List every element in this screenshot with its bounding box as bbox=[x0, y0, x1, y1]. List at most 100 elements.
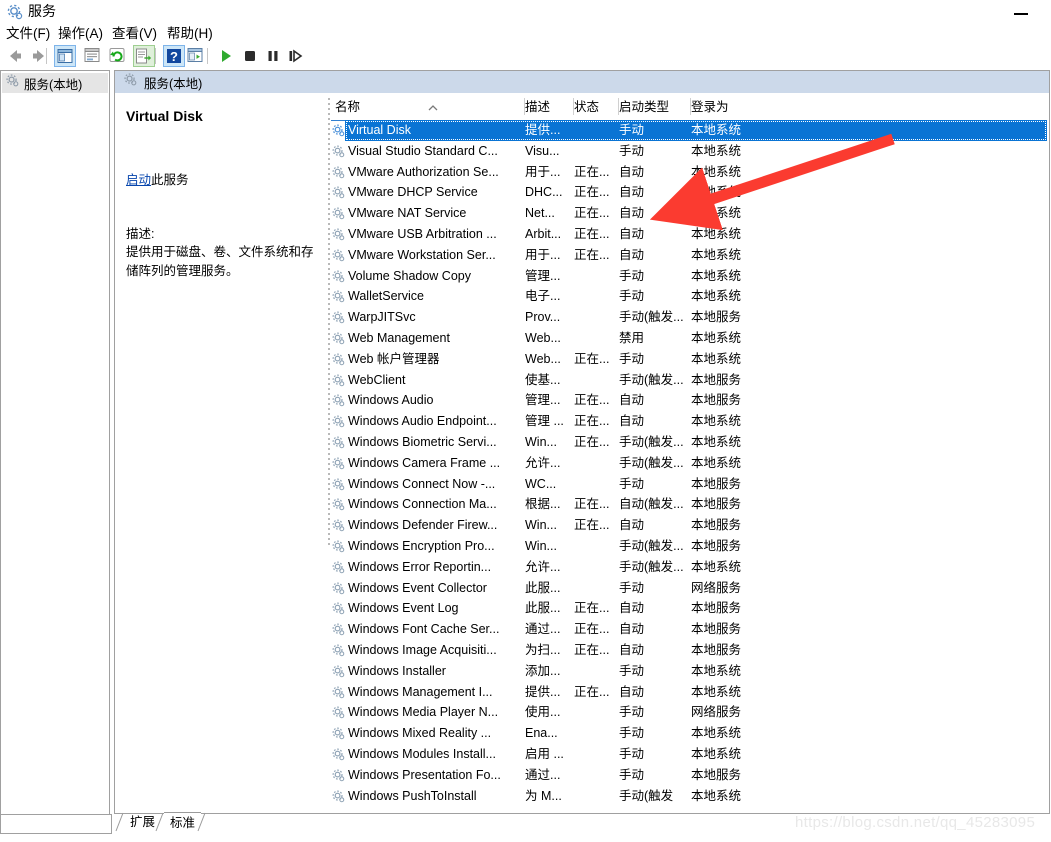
refresh-button[interactable] bbox=[107, 45, 129, 67]
service-gear-icon bbox=[331, 165, 346, 180]
cell-description: Prov... bbox=[525, 310, 561, 325]
column-startup-type[interactable]: 启动类型 bbox=[619, 95, 691, 120]
service-gear-icon bbox=[331, 601, 346, 616]
cell-description: 通过... bbox=[525, 767, 561, 782]
service-gear-icon bbox=[331, 664, 346, 679]
table-row[interactable]: WalletService 电子... 手动 本地系统 bbox=[331, 286, 1047, 307]
table-row[interactable]: VMware USB Arbitration ... Arbit... 正在... 自… bbox=[331, 224, 1047, 245]
table-row[interactable]: VMware Workstation Ser... 用于... 正在... 自动 本地系… bbox=[331, 245, 1047, 266]
table-row[interactable]: Windows Management I... 提供... 正在... 自动 本地系统 bbox=[331, 682, 1047, 703]
table-row[interactable]: Windows Encryption Pro... Win... 手动(触发... 本… bbox=[331, 536, 1047, 557]
column-status[interactable]: 状态 bbox=[574, 95, 619, 120]
column-log-on-as-label: 登录为 bbox=[691, 100, 729, 114]
cell-description: 使用... bbox=[525, 705, 561, 720]
cell-startup-type: 手动 bbox=[619, 268, 645, 283]
table-row[interactable]: Web Management Web... 禁用 本地系统 bbox=[331, 328, 1047, 349]
table-row[interactable]: Windows Connect Now -... WC... 手动 本地服务 bbox=[331, 474, 1047, 495]
cell-log-on-as: 本地服务 bbox=[691, 310, 742, 325]
table-row[interactable]: Windows Modules Install... 启用 ... 手动 本地系统 bbox=[331, 744, 1047, 765]
table-row[interactable]: Windows Defender Firew... Win... 正在... 自动 本地… bbox=[331, 515, 1047, 536]
table-row[interactable]: Windows Error Reportin... 允许... 手动(触发... 本地… bbox=[331, 557, 1047, 578]
cell-log-on-as: 本地系统 bbox=[691, 414, 742, 429]
service-details-panel: Virtual Disk 启动此服务 描述: 提供用于磁盘、卷、文件系统和存储阵… bbox=[116, 93, 326, 813]
service-gear-icon bbox=[331, 705, 346, 720]
cell-name: Windows Audio Endpoint... bbox=[348, 414, 497, 429]
table-row[interactable]: Windows Installer 添加... 手动 本地系统 bbox=[331, 661, 1047, 682]
menu-file[interactable]: 文件(F) bbox=[6, 24, 50, 44]
cell-name: Windows Modules Install... bbox=[348, 746, 496, 761]
pause-service-button[interactable] bbox=[262, 45, 284, 67]
back-button[interactable] bbox=[4, 45, 26, 67]
table-row[interactable]: Windows PushToInstall 为 M... 手动(触发 本地系统 bbox=[331, 786, 1047, 807]
table-row[interactable]: Windows Biometric Servi... Win... 正在... 手动(… bbox=[331, 432, 1047, 453]
table-row[interactable]: Windows Media Player N... 使用... 手动 网络服务 bbox=[331, 702, 1047, 723]
table-row[interactable]: Windows Font Cache Ser... 通过... 正在... 自动 本地服… bbox=[331, 619, 1047, 640]
service-gear-icon bbox=[331, 248, 346, 263]
cell-startup-type: 自动 bbox=[619, 601, 645, 616]
minimize-button[interactable] bbox=[1011, 2, 1033, 22]
sort-ascending-icon bbox=[427, 97, 439, 111]
cell-status: 正在... bbox=[574, 351, 610, 366]
menu-action[interactable]: 操作(A) bbox=[58, 24, 103, 44]
properties-button[interactable] bbox=[82, 45, 104, 67]
restart-service-button[interactable] bbox=[284, 45, 306, 67]
cell-name: WalletService bbox=[348, 289, 424, 304]
menu-view[interactable]: 查看(V) bbox=[112, 24, 157, 44]
show-action-pane-button[interactable] bbox=[185, 45, 207, 67]
cell-startup-type: 手动(触发... bbox=[619, 455, 684, 470]
cell-description: Win... bbox=[525, 518, 557, 533]
list-rows[interactable]: Virtual Disk 提供... 手动 本地系统 Visual Studio Sta… bbox=[331, 120, 1047, 811]
cell-name: Windows Management I... bbox=[348, 684, 493, 699]
cell-name: VMware DHCP Service bbox=[348, 185, 478, 200]
table-row[interactable]: VMware DHCP Service DHC... 正在... 自动 本地系统 bbox=[331, 182, 1047, 203]
cell-log-on-as: 本地系统 bbox=[691, 559, 742, 574]
table-row[interactable]: Volume Shadow Copy 管理... 手动 本地系统 bbox=[331, 266, 1047, 287]
start-service-link[interactable]: 启动 bbox=[126, 173, 151, 187]
table-row[interactable]: Windows Camera Frame ... 允许... 手动(触发... 本地系… bbox=[331, 453, 1047, 474]
table-row[interactable]: Windows Mixed Reality ... Ena... 手动 本地系统 bbox=[331, 723, 1047, 744]
start-service-button[interactable] bbox=[215, 45, 237, 67]
cell-startup-type: 手动 bbox=[619, 580, 645, 595]
table-row[interactable]: WarpJITSvc Prov... 手动(触发... 本地服务 bbox=[331, 307, 1047, 328]
table-row[interactable]: Virtual Disk 提供... 手动 本地系统 bbox=[331, 120, 1047, 141]
help-button[interactable]: ? bbox=[163, 45, 185, 67]
stop-service-button[interactable] bbox=[239, 45, 261, 67]
cell-startup-type: 手动 bbox=[619, 767, 645, 782]
table-row[interactable]: Visual Studio Standard C... Visu... 手动 本地系统 bbox=[331, 141, 1047, 162]
service-gear-icon bbox=[331, 435, 346, 450]
cell-description: Arbit... bbox=[525, 226, 562, 241]
cell-startup-type: 自动 bbox=[619, 642, 645, 657]
cell-log-on-as: 网络服务 bbox=[691, 705, 742, 720]
forward-button[interactable] bbox=[28, 45, 50, 67]
table-row[interactable]: Windows Image Acquisiti... 为扫... 正在... 自动 本地… bbox=[331, 640, 1047, 661]
table-row[interactable]: Windows Audio Endpoint... 管理 ... 正在... 自动 本地… bbox=[331, 411, 1047, 432]
service-gear-icon bbox=[331, 456, 346, 471]
table-row[interactable]: VMware NAT Service Net... 正在... 自动 本地系统 bbox=[331, 203, 1047, 224]
table-row[interactable]: Windows Event Collector 此服... 手动 网络服务 bbox=[331, 578, 1047, 599]
table-row[interactable]: Web 帐户管理器 Web... 正在... 手动 本地系统 bbox=[331, 349, 1047, 370]
table-row[interactable]: Windows Event Log 此服... 正在... 自动 本地服务 bbox=[331, 598, 1047, 619]
table-row[interactable]: Windows Presentation Fo... 通过... 手动 本地服务 bbox=[331, 765, 1047, 786]
cell-log-on-as: 本地系统 bbox=[691, 185, 742, 200]
column-name[interactable]: 名称 bbox=[335, 95, 525, 120]
cell-startup-type: 自动 bbox=[619, 518, 645, 533]
column-description[interactable]: 描述 bbox=[525, 95, 574, 120]
cell-status: 正在... bbox=[574, 518, 610, 533]
cell-log-on-as: 本地系统 bbox=[691, 663, 742, 678]
export-list-button[interactable] bbox=[133, 45, 155, 67]
svg-text:?: ? bbox=[170, 49, 178, 64]
cell-status: 正在... bbox=[574, 622, 610, 637]
cell-startup-type: 手动 bbox=[619, 123, 645, 137]
sidebar-item-services-local[interactable]: 服务(本地) bbox=[2, 73, 108, 93]
cell-status: 正在... bbox=[574, 434, 610, 449]
cell-name: Windows Biometric Servi... bbox=[348, 434, 497, 449]
show-hide-tree-button[interactable] bbox=[54, 45, 76, 67]
column-log-on-as[interactable]: 登录为 bbox=[691, 95, 781, 120]
table-row[interactable]: Windows Connection Ma... 根据... 正在... 自动(触发.… bbox=[331, 494, 1047, 515]
table-row[interactable]: Windows Audio 管理... 正在... 自动 本地服务 bbox=[331, 390, 1047, 411]
table-row[interactable]: VMware Authorization Se... 用于... 正在... 自动 本地… bbox=[331, 162, 1047, 183]
table-row[interactable]: WebClient 使基... 手动(触发... 本地服务 bbox=[331, 370, 1047, 391]
menu-help[interactable]: 帮助(H) bbox=[167, 24, 213, 44]
cell-log-on-as: 本地系统 bbox=[691, 726, 742, 741]
cell-startup-type: 自动 bbox=[619, 164, 645, 179]
